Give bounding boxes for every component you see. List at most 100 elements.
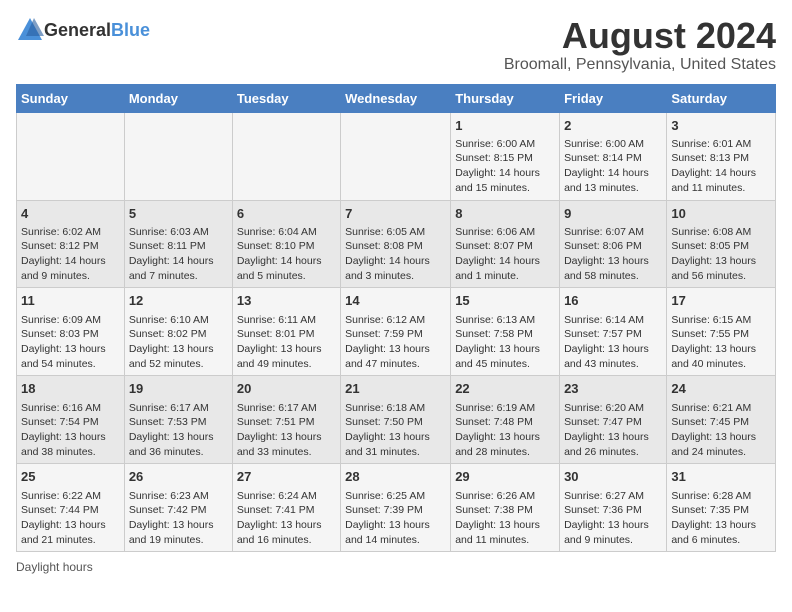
calendar-cell: 28Sunrise: 6:25 AM Sunset: 7:39 PM Dayli… bbox=[341, 464, 451, 552]
calendar-cell: 25 Sunrise: 6:22 AM Sunset: 7:44 PM Dayli… bbox=[17, 464, 125, 552]
calendar-week-1: 1 Sunrise: 6:00 AM Sunset: 8:15 PM Daylig… bbox=[17, 112, 776, 200]
calendar-week-5: 25 Sunrise: 6:22 AM Sunset: 7:44 PM Dayli… bbox=[17, 464, 776, 552]
day-info: Sunrise: 6:24 AM Sunset: 7:41 PM Dayligh… bbox=[237, 489, 336, 548]
daylight-label: Daylight hours bbox=[16, 560, 93, 574]
day-of-week-wednesday: Wednesday bbox=[341, 84, 451, 112]
day-info: Sunrise: 6:04 AM Sunset: 8:10 PM Dayligh… bbox=[237, 225, 336, 284]
day-number: 24 bbox=[671, 380, 771, 398]
day-number: 3 bbox=[671, 117, 771, 135]
day-number: 26 bbox=[129, 468, 228, 486]
day-number: 8 bbox=[455, 205, 555, 223]
calendar-cell: 5Sunrise: 6:03 AM Sunset: 8:11 PM Daylig… bbox=[124, 200, 232, 288]
calendar-cell: 6 Sunrise: 6:04 AM Sunset: 8:10 PM Daylig… bbox=[232, 200, 340, 288]
calendar-cell bbox=[232, 112, 340, 200]
day-number: 2 bbox=[564, 117, 662, 135]
day-info: Sunrise: 6:10 AM Sunset: 8:02 PM Dayligh… bbox=[129, 313, 228, 372]
day-number: 20 bbox=[237, 380, 336, 398]
day-info: Sunrise: 6:07 AM Sunset: 8:06 PM Dayligh… bbox=[564, 225, 662, 284]
day-number: 17 bbox=[671, 292, 771, 310]
day-of-week-thursday: Thursday bbox=[451, 84, 560, 112]
day-of-week-saturday: Saturday bbox=[667, 84, 776, 112]
day-info: Sunrise: 6:17 AM Sunset: 7:51 PM Dayligh… bbox=[237, 401, 336, 460]
calendar-week-2: 4 Sunrise: 6:02 AM Sunset: 8:12 PM Daylig… bbox=[17, 200, 776, 288]
day-info: Sunrise: 6:28 AM Sunset: 7:35 PM Dayligh… bbox=[671, 489, 771, 548]
day-info: Sunrise: 6:18 AM Sunset: 7:50 PM Dayligh… bbox=[345, 401, 446, 460]
day-number: 6 bbox=[237, 205, 336, 223]
day-number: 30 bbox=[564, 468, 662, 486]
day-info: Sunrise: 6:22 AM Sunset: 7:44 PM Dayligh… bbox=[21, 489, 120, 548]
day-info: Sunrise: 6:15 AM Sunset: 7:55 PM Dayligh… bbox=[671, 313, 771, 372]
day-info: Sunrise: 6:12 AM Sunset: 7:59 PM Dayligh… bbox=[345, 313, 446, 372]
calendar-cell: 27Sunrise: 6:24 AM Sunset: 7:41 PM Dayli… bbox=[232, 464, 340, 552]
day-number: 1 bbox=[455, 117, 555, 135]
day-number: 25 bbox=[21, 468, 120, 486]
calendar-table: SundayMondayTuesdayWednesdayThursdayFrid… bbox=[16, 84, 776, 553]
day-info: Sunrise: 6:09 AM Sunset: 8:03 PM Dayligh… bbox=[21, 313, 120, 372]
calendar-cell: 10 Sunrise: 6:08 AM Sunset: 8:05 PM Dayli… bbox=[667, 200, 776, 288]
day-info: Sunrise: 6:06 AM Sunset: 8:07 PM Dayligh… bbox=[455, 225, 555, 284]
calendar-cell: 1 Sunrise: 6:00 AM Sunset: 8:15 PM Daylig… bbox=[451, 112, 560, 200]
day-number: 14 bbox=[345, 292, 446, 310]
calendar-cell: 7Sunrise: 6:05 AM Sunset: 8:08 PM Daylig… bbox=[341, 200, 451, 288]
calendar-cell: 22Sunrise: 6:19 AM Sunset: 7:48 PM Dayli… bbox=[451, 376, 560, 464]
day-info: Sunrise: 6:08 AM Sunset: 8:05 PM Dayligh… bbox=[671, 225, 771, 284]
day-number: 31 bbox=[671, 468, 771, 486]
calendar-cell: 2 Sunrise: 6:00 AM Sunset: 8:14 PM Daylig… bbox=[560, 112, 667, 200]
day-info: Sunrise: 6:02 AM Sunset: 8:12 PM Dayligh… bbox=[21, 225, 120, 284]
day-info: Sunrise: 6:11 AM Sunset: 8:01 PM Dayligh… bbox=[237, 313, 336, 372]
day-number: 21 bbox=[345, 380, 446, 398]
day-info: Sunrise: 6:23 AM Sunset: 7:42 PM Dayligh… bbox=[129, 489, 228, 548]
day-info: Sunrise: 6:26 AM Sunset: 7:38 PM Dayligh… bbox=[455, 489, 555, 548]
calendar-cell: 16 Sunrise: 6:14 AM Sunset: 7:57 PM Dayli… bbox=[560, 288, 667, 376]
calendar-cell: 30Sunrise: 6:27 AM Sunset: 7:36 PM Dayli… bbox=[560, 464, 667, 552]
day-number: 11 bbox=[21, 292, 120, 310]
day-info: Sunrise: 6:20 AM Sunset: 7:47 PM Dayligh… bbox=[564, 401, 662, 460]
logo-general: General bbox=[44, 20, 111, 40]
calendar-cell: 12 Sunrise: 6:10 AM Sunset: 8:02 PM Dayli… bbox=[124, 288, 232, 376]
day-info: Sunrise: 6:17 AM Sunset: 7:53 PM Dayligh… bbox=[129, 401, 228, 460]
day-number: 15 bbox=[455, 292, 555, 310]
calendar-cell: 3 Sunrise: 6:01 AM Sunset: 8:13 PM Daylig… bbox=[667, 112, 776, 200]
calendar-cell bbox=[124, 112, 232, 200]
day-info: Sunrise: 6:21 AM Sunset: 7:45 PM Dayligh… bbox=[671, 401, 771, 460]
logo: GeneralBlue bbox=[16, 16, 150, 44]
day-number: 7 bbox=[345, 205, 446, 223]
day-of-week-friday: Friday bbox=[560, 84, 667, 112]
calendar-cell bbox=[341, 112, 451, 200]
day-number: 9 bbox=[564, 205, 662, 223]
day-info: Sunrise: 6:19 AM Sunset: 7:48 PM Dayligh… bbox=[455, 401, 555, 460]
day-number: 10 bbox=[671, 205, 771, 223]
calendar-cell: 8 Sunrise: 6:06 AM Sunset: 8:07 PM Daylig… bbox=[451, 200, 560, 288]
day-number: 4 bbox=[21, 205, 120, 223]
calendar-cell: 13 Sunrise: 6:11 AM Sunset: 8:01 PM Dayli… bbox=[232, 288, 340, 376]
logo-icon bbox=[16, 16, 44, 44]
calendar-cell: 31 Sunrise: 6:28 AM Sunset: 7:35 PM Dayli… bbox=[667, 464, 776, 552]
day-number: 29 bbox=[455, 468, 555, 486]
day-info: Sunrise: 6:00 AM Sunset: 8:14 PM Dayligh… bbox=[564, 137, 662, 196]
calendar-cell bbox=[17, 112, 125, 200]
day-number: 16 bbox=[564, 292, 662, 310]
calendar-cell: 11 Sunrise: 6:09 AM Sunset: 8:03 PM Dayli… bbox=[17, 288, 125, 376]
day-info: Sunrise: 6:00 AM Sunset: 8:15 PM Dayligh… bbox=[455, 137, 555, 196]
logo-blue: Blue bbox=[111, 20, 150, 40]
calendar-cell: 9 Sunrise: 6:07 AM Sunset: 8:06 PM Daylig… bbox=[560, 200, 667, 288]
calendar-cell: 29 Sunrise: 6:26 AM Sunset: 7:38 PM Dayli… bbox=[451, 464, 560, 552]
day-number: 18 bbox=[21, 380, 120, 398]
day-number: 13 bbox=[237, 292, 336, 310]
calendar-cell: 17 Sunrise: 6:15 AM Sunset: 7:55 PM Dayli… bbox=[667, 288, 776, 376]
calendar-cell: 26 Sunrise: 6:23 AM Sunset: 7:42 PM Dayli… bbox=[124, 464, 232, 552]
calendar-week-3: 11 Sunrise: 6:09 AM Sunset: 8:03 PM Dayli… bbox=[17, 288, 776, 376]
day-number: 19 bbox=[129, 380, 228, 398]
calendar-cell: 19 Sunrise: 6:17 AM Sunset: 7:53 PM Dayli… bbox=[124, 376, 232, 464]
day-number: 12 bbox=[129, 292, 228, 310]
calendar-cell: 14 Sunrise: 6:12 AM Sunset: 7:59 PM Dayli… bbox=[341, 288, 451, 376]
page-header: GeneralBlue August 2024 Broomall, Pennsy… bbox=[16, 16, 776, 74]
day-of-week-monday: Monday bbox=[124, 84, 232, 112]
day-info: Sunrise: 6:01 AM Sunset: 8:13 PM Dayligh… bbox=[671, 137, 771, 196]
calendar-cell: 24 Sunrise: 6:21 AM Sunset: 7:45 PM Dayli… bbox=[667, 376, 776, 464]
day-number: 28 bbox=[345, 468, 446, 486]
day-number: 5 bbox=[129, 205, 228, 223]
day-info: Sunrise: 6:14 AM Sunset: 7:57 PM Dayligh… bbox=[564, 313, 662, 372]
day-of-week-tuesday: Tuesday bbox=[232, 84, 340, 112]
main-title: August 2024 bbox=[504, 16, 776, 56]
